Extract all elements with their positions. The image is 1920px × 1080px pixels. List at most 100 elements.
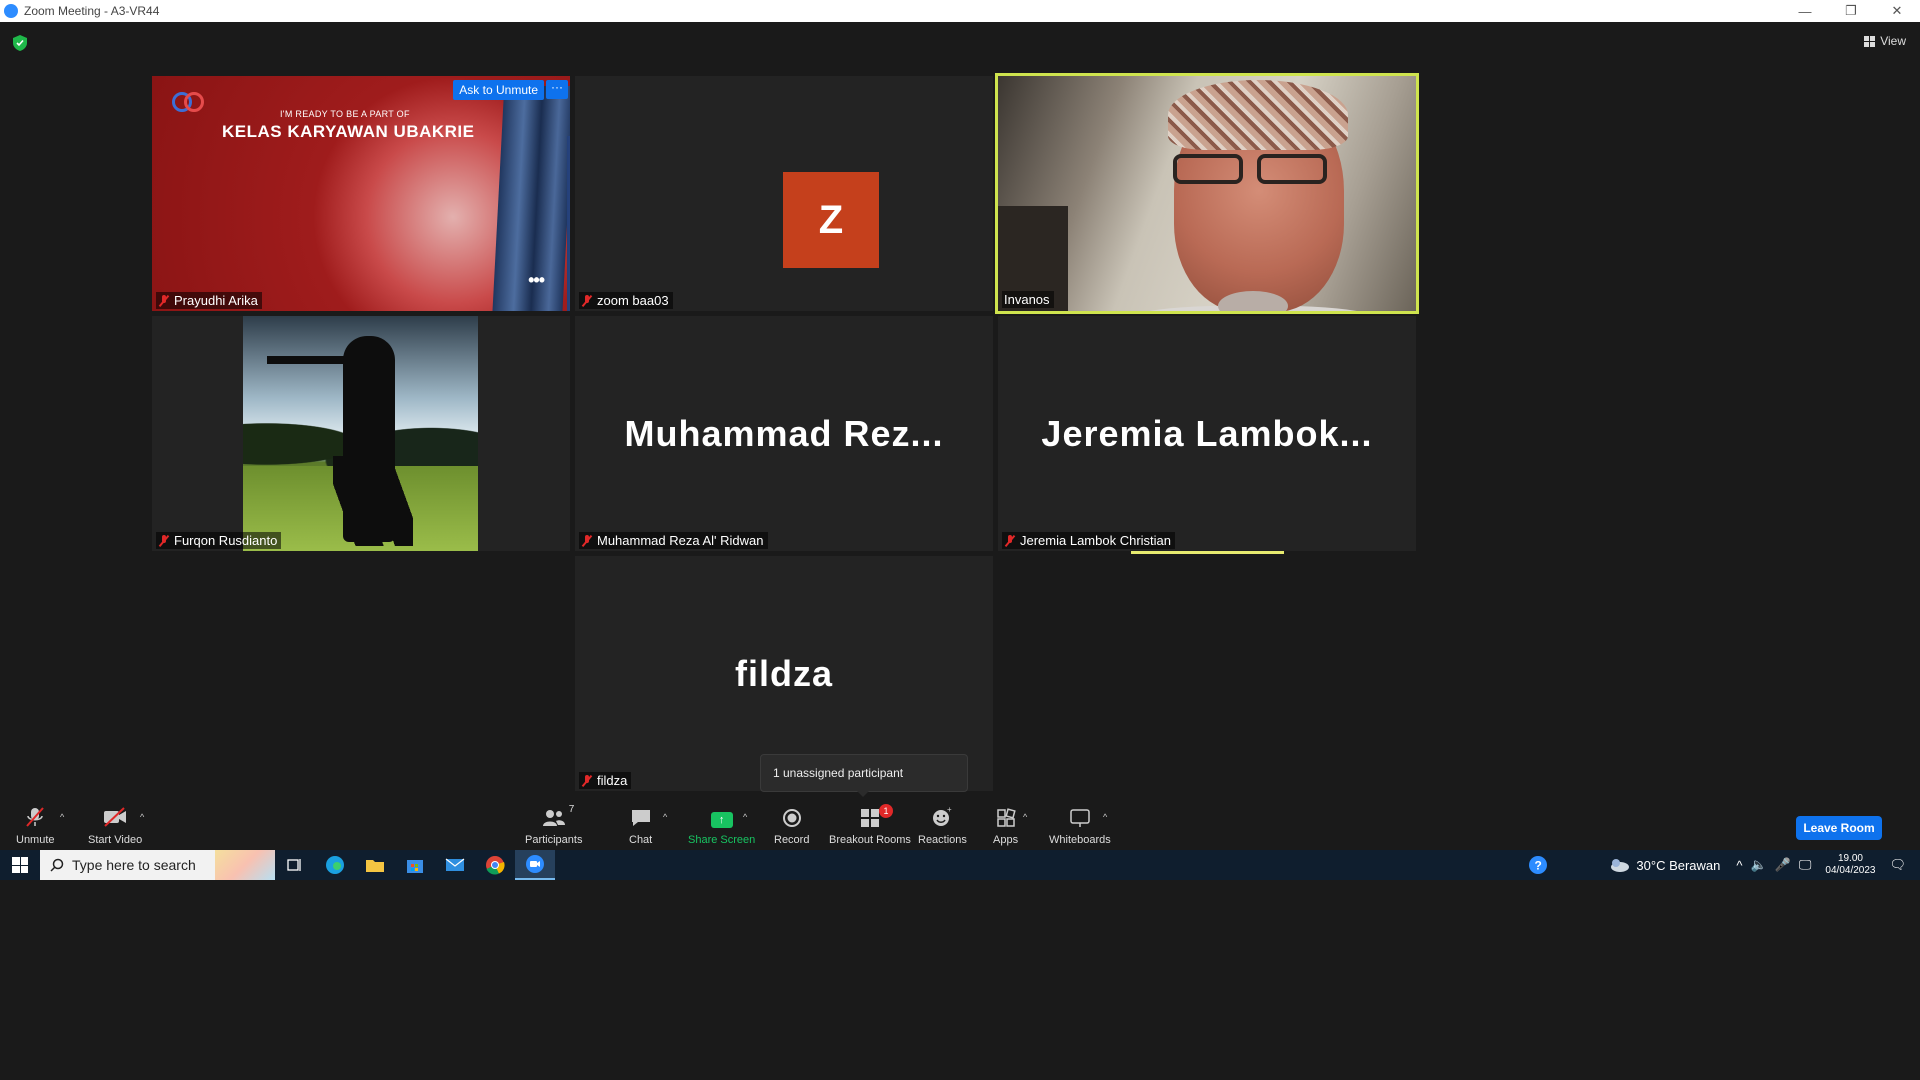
ask-to-unmute-button[interactable]: Ask to Unmute [453,80,544,100]
record-label: Record [774,834,810,846]
unassigned-participant-tooltip[interactable]: 1 unassigned participant [760,754,968,797]
share-options-caret[interactable]: ^ [743,812,747,822]
volume-icon[interactable]: 🔈 [1751,857,1767,873]
mic-muted-icon [1004,534,1016,547]
system-tray: ? 30°C Berawan ^ 🔈 🎤 🖵 19.00 04/04/2023 … [1528,850,1920,880]
task-view-button[interactable] [275,850,315,880]
minimize-button[interactable]: — [1782,0,1828,22]
windows-logo-icon [12,857,28,873]
apps-button[interactable]: Apps [993,806,1018,846]
edge-taskbar-button[interactable] [315,850,355,880]
reactions-label: Reactions [918,834,967,846]
video-tile-furqon[interactable]: Furqon Rusdianto [152,316,570,551]
ubakrie-logo-icon [172,92,206,118]
name-tag: Muhammad Reza Al' Ridwan [579,532,768,549]
mail-icon [445,858,465,871]
video-tile-muhammad[interactable]: Muhammad Rez... Muhammad Reza Al' Ridwan [575,316,993,551]
weather-text[interactable]: 30°C Berawan [1636,858,1720,873]
clock-time: 19.00 [1837,853,1863,864]
start-video-label: Start Video [88,834,143,846]
view-label: View [1880,34,1906,48]
record-icon [782,809,801,827]
svg-text:+: + [947,806,952,814]
video-options-caret[interactable]: ^ [140,812,144,822]
video-off-icon [104,807,127,827]
start-button[interactable] [0,850,40,880]
chrome-taskbar-button[interactable] [475,850,515,880]
whiteboards-button[interactable]: Whiteboards [1049,806,1111,846]
mic-muted-icon [158,534,170,547]
participant-name: Jeremia Lambok Christian [1020,533,1172,548]
store-taskbar-button[interactable] [395,850,435,880]
task-view-icon [287,859,301,871]
participant-name: Muhammad Reza Al' Ridwan [597,533,764,548]
tray-expand-icon[interactable]: ^ [1736,858,1742,873]
edge-icon [326,856,344,874]
view-button[interactable]: View [1864,34,1906,48]
record-button[interactable]: Record [774,806,809,846]
microphone-icon[interactable]: 🎤 [1775,857,1791,873]
chat-options-caret[interactable]: ^ [663,812,667,822]
participants-button[interactable]: 7 Participants [525,804,583,846]
video-tile-zoom-baa03[interactable]: Z zoom baa03 [575,76,993,311]
taskbar-clock[interactable]: 19.00 04/04/2023 [1825,853,1875,877]
name-tag: Jeremia Lambok Christian [1002,532,1176,549]
unmute-button[interactable]: Unmute [16,806,55,846]
encryption-shield-icon[interactable] [13,35,27,51]
whiteboards-label: Whiteboards [1049,834,1111,846]
notifications-icon[interactable]: 🗨 [1889,857,1906,873]
meeting-toolbar: Unmute ^ Start Video ^ 7 Participants Ch… [0,800,1920,850]
participant-name: zoom baa03 [597,293,669,308]
participant-display-name: Muhammad Rez... [624,412,944,454]
tile-more-options-button[interactable]: ··· [546,80,568,99]
restore-button[interactable]: ❐ [1828,0,1874,22]
folder-icon [366,860,384,872]
participant-display-name: fildza [734,652,833,694]
chat-button[interactable]: Chat [629,806,652,846]
mic-muted-icon [158,294,170,307]
participant-name: fildza [597,773,628,788]
presentation-small-text: I'M READY TO BE A PART OF [280,109,410,119]
mic-muted-icon [581,774,593,787]
breakout-rooms-icon [860,809,879,827]
mail-taskbar-button[interactable] [435,850,475,880]
clock-date: 04/04/2023 [1825,865,1876,876]
weather-cloud-icon [1611,859,1630,872]
leave-room-button[interactable]: Leave Room [1796,816,1882,840]
search-highlight-image [215,850,275,880]
audio-options-caret[interactable]: ^ [60,812,64,822]
zoom-taskbar-button[interactable] [515,850,555,880]
breakout-rooms-button[interactable]: 1 Breakout Rooms [829,804,911,846]
participants-label: Participants [525,834,583,846]
name-tag: fildza [579,772,632,789]
video-tile-prayudhi[interactable]: I'M READY TO BE A PART OF KELAS KARYAWAN… [152,76,570,311]
grid-view-icon [1864,35,1876,47]
reactions-icon: + [933,806,952,826]
apps-label: Apps [993,834,1019,846]
windows-taskbar: Type here to search ? 30°C Berawan ^ 🔈 🎤… [0,850,1920,880]
help-icon[interactable]: ? [1528,855,1548,875]
network-icon[interactable]: 🖵 [1799,857,1812,873]
share-screen-label: Share Screen [688,834,756,846]
svg-text:?: ? [1535,859,1542,873]
start-video-button[interactable]: Start Video [88,806,142,846]
name-tag: Invanos [1002,291,1054,308]
whiteboard-icon [1070,809,1090,827]
reactions-button[interactable]: + Reactions [918,806,967,846]
close-button[interactable]: ✕ [1874,0,1920,22]
chat-icon [631,810,650,826]
apps-options-caret[interactable]: ^ [1023,812,1027,822]
taskbar-search[interactable]: Type here to search [40,850,275,880]
chat-label: Chat [629,834,653,846]
unassigned-text: 1 unassigned participant [773,766,904,780]
participant-name: Prayudhi Arika [174,293,258,308]
name-tag: Furqon Rusdianto [156,532,282,549]
file-explorer-taskbar-button[interactable] [355,850,395,880]
video-tile-jeremia[interactable]: Jeremia Lambok... Jeremia Lambok Christi… [998,316,1416,551]
window-controls: — ❐ ✕ [1782,0,1920,22]
window-titlebar: Zoom Meeting - A3-VR44 — ❐ ✕ [0,0,1920,22]
video-tile-invanos[interactable]: Invanos [995,73,1419,314]
breakout-rooms-label: Breakout Rooms [829,834,911,846]
store-icon [407,860,423,873]
whiteboards-options-caret[interactable]: ^ [1103,812,1107,822]
